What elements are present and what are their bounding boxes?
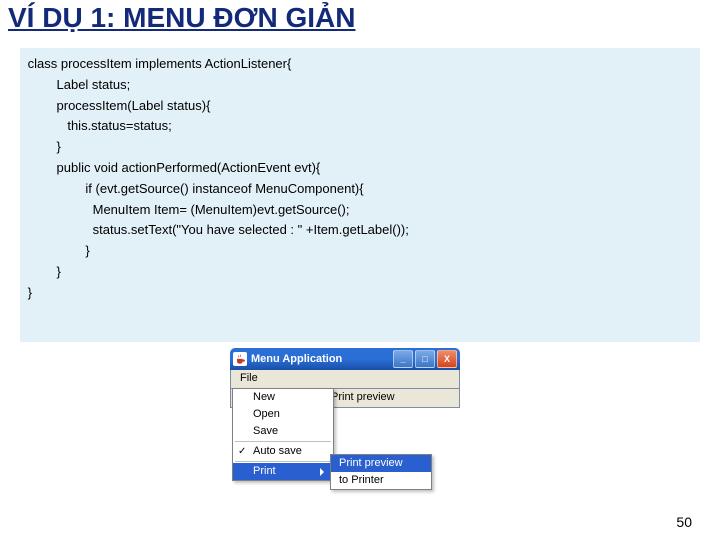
print-submenu: Print preview to Printer <box>330 454 432 490</box>
page-number: 50 <box>676 514 692 530</box>
menu-item-open[interactable]: Open <box>233 406 333 423</box>
menu-separator <box>235 441 331 442</box>
menu-item-autosave[interactable]: Auto save <box>233 443 333 460</box>
menu-item-new[interactable]: New <box>233 389 333 406</box>
menu-file[interactable]: File <box>235 370 263 387</box>
menu-item-print[interactable]: Print <box>233 463 333 480</box>
maximize-button[interactable]: □ <box>415 350 435 368</box>
code-box: class processItem implements ActionListe… <box>20 48 700 342</box>
window-title: Menu Application <box>251 353 391 365</box>
code-listing: class processItem implements ActionListe… <box>24 54 696 304</box>
file-dropdown: New Open Save Auto save Print <box>232 388 334 481</box>
menu-item-save[interactable]: Save <box>233 423 333 440</box>
slide-title: VÍ DỤ 1: MENU ĐƠN GIẢN <box>8 2 355 34</box>
menubar: File <box>230 370 460 389</box>
submenu-item-preview[interactable]: Print preview <box>331 455 431 472</box>
window-titlebar: Menu Application _ □ X <box>230 348 460 370</box>
status-label: Print preview <box>331 391 395 403</box>
close-button[interactable]: X <box>437 350 457 368</box>
menu-separator <box>235 461 331 462</box>
minimize-button[interactable]: _ <box>393 350 413 368</box>
java-icon <box>233 352 247 366</box>
app-screenshot: Menu Application _ □ X File Print previe… <box>230 348 460 520</box>
submenu-item-printer[interactable]: to Printer <box>331 472 431 489</box>
